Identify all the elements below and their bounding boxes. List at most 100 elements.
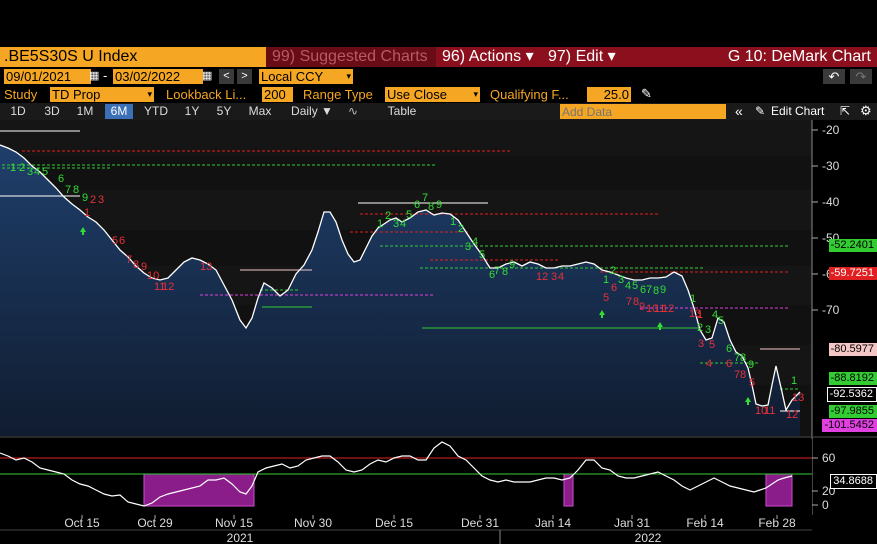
td-count-green: 6 xyxy=(726,343,732,355)
x-tick-label: Jan 14 xyxy=(535,516,571,530)
tab-5y[interactable]: 5Y xyxy=(212,104,236,119)
pencil-icon[interactable]: ✎ xyxy=(641,86,652,102)
edit-menu[interactable]: 97) Edit ▾ xyxy=(542,47,626,67)
study-select[interactable]: TD Prop ▾ xyxy=(50,87,154,102)
next-period-button[interactable]: > xyxy=(237,69,252,84)
qualifying-field[interactable]: 25.0 xyxy=(587,87,631,102)
td-count-red: 9 xyxy=(639,301,645,313)
x-tick-label: Oct 29 xyxy=(137,516,173,530)
tab-1m[interactable]: 1M xyxy=(72,104,98,119)
td-count-red: 2 xyxy=(90,194,96,206)
tab-3d[interactable]: 3D xyxy=(40,104,64,119)
x-tick-label: Nov 30 xyxy=(294,516,332,530)
td-count-green: 5 xyxy=(718,315,724,327)
chart-toolbar: 1D 3D 1M 6M YTD 1Y 5Y Max Daily ▼ ∿ Tabl… xyxy=(0,103,877,120)
td-count-green: 3 xyxy=(705,324,711,336)
td-count-green: 5 xyxy=(406,209,412,221)
line-chart-icon[interactable]: ∿ xyxy=(348,104,358,118)
td-count-green: 2 xyxy=(697,322,703,334)
undo-icon[interactable]: ↶ xyxy=(823,69,845,84)
td-count-green: 1 xyxy=(791,375,797,387)
redo-icon[interactable]: ↷ xyxy=(850,69,872,84)
td-count-red: 4 xyxy=(558,271,564,283)
td-count-green: 2 xyxy=(385,210,391,222)
td-count-red: 6 xyxy=(726,358,732,370)
chart-title: G 10: DeMark Chart xyxy=(727,48,871,65)
td-count-green: 9 xyxy=(660,284,666,296)
pencil-icon[interactable]: ✎ xyxy=(755,104,765,118)
up-arrow-stem xyxy=(601,315,603,318)
study-bar: Study TD Prop ▾ Lookback Li... 200 Range… xyxy=(0,86,877,103)
x-year-label: 2021 xyxy=(227,531,254,544)
td-count-red: 3 xyxy=(698,338,704,350)
lookback-field[interactable]: 200 xyxy=(262,87,293,102)
td-count-green: 8 xyxy=(428,201,434,213)
ticker-label: .BE5S30S U Index xyxy=(4,48,138,65)
td-count-red: 3 xyxy=(551,271,557,283)
td-count-green: 4 xyxy=(625,280,631,292)
end-date-field[interactable]: 03/02/2022 xyxy=(113,69,203,84)
ticker-field[interactable]: .BE5S30S U Index xyxy=(0,47,266,67)
date-range-bar: 09/01/2021 ▦ - 03/02/2022 ▦ < > Local CC… xyxy=(0,67,877,85)
up-arrow-stem xyxy=(82,232,84,235)
td-count-green: 1 xyxy=(690,293,696,305)
osc-tick-label: 60 xyxy=(822,451,836,465)
td-count-red: 11 xyxy=(764,405,775,417)
td-count-red: 12 xyxy=(162,281,174,293)
osc-tick-label: 0 xyxy=(822,498,829,512)
tab-1y[interactable]: 1Y xyxy=(180,104,204,119)
tab-6m[interactable]: 6M xyxy=(105,104,133,119)
prev-period-button[interactable]: < xyxy=(219,69,234,84)
td-count-red: 1 xyxy=(84,207,90,219)
edit-chart-button[interactable]: Edit Chart xyxy=(771,104,824,118)
actions-menu[interactable]: 96) Actions ▾ xyxy=(436,47,542,67)
td-count-red: 12 xyxy=(786,409,798,421)
td-count-green: 9 xyxy=(748,359,754,371)
currency-select[interactable]: Local CCY ▾ xyxy=(259,69,353,84)
td-count-green: 3 xyxy=(27,166,33,178)
calendar-icon[interactable]: ▦ xyxy=(202,69,212,82)
tab-1d[interactable]: 1D xyxy=(6,104,30,119)
calendar-icon[interactable]: ▦ xyxy=(89,69,99,82)
y-tick-label: -20 xyxy=(822,123,840,137)
collapse-icon[interactable]: « xyxy=(735,103,743,119)
study-label: Study xyxy=(4,87,38,102)
chevron-down-icon: ▾ xyxy=(346,71,351,81)
td-count-green: 5 xyxy=(42,166,48,178)
price-band xyxy=(0,120,812,156)
td-count-green: 1 xyxy=(603,274,609,286)
td-count-green: 7 xyxy=(65,184,71,196)
td-count-green: 8 xyxy=(73,184,79,196)
y-tick-label: -40 xyxy=(822,195,840,209)
td-count-green: 2 xyxy=(610,265,616,277)
lookback-label: Lookback Li... xyxy=(166,87,247,102)
td-count-green: 4 xyxy=(472,236,478,248)
td-count-green: 3 xyxy=(465,241,471,253)
tab-ytd[interactable]: YTD xyxy=(140,104,172,119)
osc-zone-oversold-3 xyxy=(765,473,793,507)
td-count-green: 9 xyxy=(436,199,442,211)
price-tag: -92.5362 xyxy=(826,387,877,402)
qualifying-label: Qualifying F... xyxy=(490,87,569,102)
td-count-green: 5 xyxy=(632,280,638,292)
start-date-field[interactable]: 09/01/2021 xyxy=(4,69,91,84)
resize-icon[interactable]: ⇱ xyxy=(840,104,850,118)
td-count-red: 3 xyxy=(98,194,104,206)
suggested-charts-button[interactable]: 99) Suggested Charts xyxy=(266,47,436,67)
date-separator: - xyxy=(103,68,108,83)
td-count-green: 5 xyxy=(479,249,485,261)
td-count-green: 8 xyxy=(502,266,508,278)
range-type-select[interactable]: Use Close ▾ xyxy=(385,87,480,102)
settings-icon[interactable]: ⚙ xyxy=(860,103,872,119)
price-tag: -97.9855 xyxy=(828,405,877,418)
td-count-green: 9 xyxy=(509,259,515,271)
price-tag: -52.2401 xyxy=(828,239,877,252)
chart-canvas[interactable]: 1 2 3 4 567 89123 45678 9123 4567 89123 4 5 6 7 8 912 34… xyxy=(0,120,877,544)
tab-max[interactable]: Max xyxy=(245,104,275,119)
td-count-green: 8 xyxy=(740,352,746,364)
table-button[interactable]: Table xyxy=(382,104,422,119)
study-value: TD Prop xyxy=(52,87,101,102)
add-data-input[interactable] xyxy=(560,104,726,119)
period-select[interactable]: Daily ▼ xyxy=(284,104,340,119)
td-count-red: 8 xyxy=(133,259,139,271)
